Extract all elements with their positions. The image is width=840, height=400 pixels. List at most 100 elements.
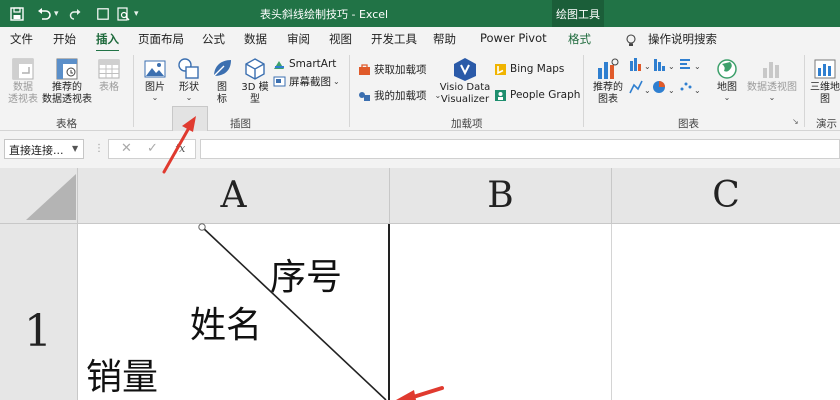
smartart-label: SmartArt <box>289 58 337 70</box>
3d-map-icon <box>814 59 836 79</box>
gridline <box>611 224 612 400</box>
3d-map-label: 三维地 图 <box>810 82 840 105</box>
formula-buttons: ✕ ✓ fx <box>108 139 196 159</box>
recommended-pivot-icon <box>56 58 78 80</box>
pivot-table-button[interactable]: 数据 透视表 <box>6 56 40 106</box>
print-preview-icon[interactable] <box>116 4 130 23</box>
tell-me-search[interactable]: 操作说明搜索 <box>648 31 717 47</box>
people-graph-icon <box>495 89 506 101</box>
row-header-1[interactable]: 1 <box>0 224 78 400</box>
column-header-a[interactable]: A <box>78 168 390 224</box>
cube-icon <box>245 58 265 80</box>
ribbon-separator <box>583 55 584 127</box>
tab-formulas[interactable]: 公式 <box>202 31 225 47</box>
group-label-tables: 表格 <box>56 118 77 130</box>
window-title: 表头斜线绘制技巧 - Excel <box>260 8 389 21</box>
globe-icon <box>717 59 737 79</box>
pivot-chart-icon <box>763 62 779 78</box>
addins-icon <box>359 91 370 101</box>
3d-map-button[interactable]: 三维地 图 <box>808 56 840 106</box>
table-label: 表格 <box>99 82 119 93</box>
tab-home[interactable]: 开始 <box>53 31 76 47</box>
ribbon-separator <box>349 55 350 127</box>
cell-a1[interactable]: 序号 姓名 销量 <box>78 224 390 400</box>
dialog-launcher-icon[interactable]: ↘ <box>792 117 799 126</box>
save-icon[interactable] <box>8 4 26 23</box>
bing-maps-label: Bing Maps <box>510 63 565 75</box>
ribbon: 数据 透视表 推荐的 数据透视表 表格 表格 图片 ⌄ 形状 ⌄ 图 标 3D … <box>0 51 840 168</box>
pivot-chart-button[interactable]: 数据透视图 ⌄ <box>744 56 800 102</box>
bing-maps-button[interactable]: Bing Maps <box>494 61 564 77</box>
pivot-table-icon <box>12 58 34 80</box>
recommended-pivot-label: 推荐的 数据透视表 <box>42 82 92 105</box>
icons-icon <box>213 60 231 77</box>
column-header-c[interactable]: C <box>612 168 840 224</box>
recommended-charts-button[interactable]: 推荐的 图表 <box>591 56 625 106</box>
chart-type-grid: ⌄ ⌄ ⌄ ⌄ ⌄ ⌄ <box>628 57 708 107</box>
maps-button[interactable]: 地图 ⌄ <box>712 56 742 102</box>
chart-types-icon[interactable]: ⌄ ⌄ ⌄ ⌄ ⌄ ⌄ <box>628 57 708 107</box>
cell-label-serial: 序号 <box>270 257 343 298</box>
bing-maps-icon <box>495 63 506 75</box>
tab-file[interactable]: 文件 <box>10 31 33 47</box>
insert-function-icon[interactable]: fx <box>175 142 185 155</box>
table-button[interactable]: 表格 <box>95 56 123 94</box>
undo-icon[interactable] <box>36 4 52 23</box>
my-addins-button[interactable]: 我的加载项 ⌄ <box>358 87 441 103</box>
chevron-down-icon: ⌄ <box>185 93 193 102</box>
screenshot-label: 屏幕截图 <box>289 75 331 88</box>
visio-data-visualizer-button[interactable]: Visio Data Visualizer <box>440 56 490 106</box>
select-all-triangle-icon <box>26 174 76 220</box>
people-graph-button[interactable]: People Graph <box>494 87 580 103</box>
context-tab-drawing-tools: 绘图工具 <box>552 0 604 27</box>
tab-review[interactable]: 审阅 <box>287 31 310 47</box>
row-number-1: 1 <box>24 306 52 357</box>
group-label-charts: 图表 <box>678 118 699 130</box>
ribbon-tabs: 文件 开始 插入 页面布局 公式 数据 审阅 视图 开发工具 帮助 Power … <box>0 27 840 52</box>
chevron-down-icon: ⌄ <box>768 93 776 102</box>
screenshot-button[interactable]: 屏幕截图 ⌄ <box>273 73 340 89</box>
recommended-pivot-button[interactable]: 推荐的 数据透视表 <box>42 56 92 106</box>
get-addins-button[interactable]: 获取加载项 <box>358 61 427 77</box>
redo-icon[interactable] <box>68 4 82 23</box>
3d-models-button[interactable]: 3D 模 型 <box>240 56 270 106</box>
tab-format[interactable]: 格式 <box>568 31 591 47</box>
tab-power-pivot[interactable]: Power Pivot <box>480 31 547 45</box>
svg-text:⌄: ⌄ <box>644 62 651 71</box>
smartart-button[interactable]: SmartArt <box>273 56 336 72</box>
svg-text:⌄: ⌄ <box>668 86 675 95</box>
picture-icon <box>144 60 166 78</box>
select-all-corner[interactable] <box>0 168 78 224</box>
tab-data[interactable]: 数据 <box>244 31 267 47</box>
svg-text:⌄: ⌄ <box>694 62 701 71</box>
checkbox-icon[interactable] <box>96 4 110 23</box>
enter-icon[interactable]: ✓ <box>147 141 158 156</box>
worksheet-grid: A B C 1 序号 姓名 销量 <box>0 168 840 400</box>
3d-models-label: 3D 模 型 <box>241 82 269 105</box>
formula-input[interactable] <box>200 139 840 159</box>
svg-text:⌄: ⌄ <box>644 86 651 95</box>
more-icon: ⋮ <box>94 143 104 154</box>
tab-view[interactable]: 视图 <box>329 31 352 47</box>
tab-help[interactable]: 帮助 <box>433 31 456 47</box>
chevron-down-icon[interactable]: ▼ <box>72 144 78 153</box>
pictures-button[interactable]: 图片 ⌄ <box>141 56 169 102</box>
screenshot-icon <box>273 76 286 86</box>
icons-button[interactable]: 图 标 <box>209 56 235 106</box>
column-header-b[interactable]: B <box>390 168 612 224</box>
shapes-button[interactable]: 形状 ⌄ <box>174 56 204 102</box>
tab-page-layout[interactable]: 页面布局 <box>138 31 184 47</box>
store-icon <box>359 63 370 75</box>
icons-label: 图 标 <box>217 82 227 105</box>
get-addins-label: 获取加载项 <box>374 63 427 76</box>
chevron-down-icon: ⌄ <box>723 93 731 102</box>
tab-insert[interactable]: 插入 <box>96 31 119 52</box>
tab-developer[interactable]: 开发工具 <box>371 31 417 47</box>
chevron-down-icon: ⌄ <box>333 76 340 86</box>
cell-label-name: 姓名 <box>190 305 263 346</box>
cancel-icon[interactable]: ✕ <box>121 141 132 156</box>
customize-qat-icon[interactable]: ▾ <box>134 4 144 23</box>
group-label-tours: 演示 <box>816 118 837 130</box>
my-addins-label: 我的加载项 <box>374 89 427 102</box>
undo-dropdown-icon[interactable]: ▾ <box>54 4 64 23</box>
